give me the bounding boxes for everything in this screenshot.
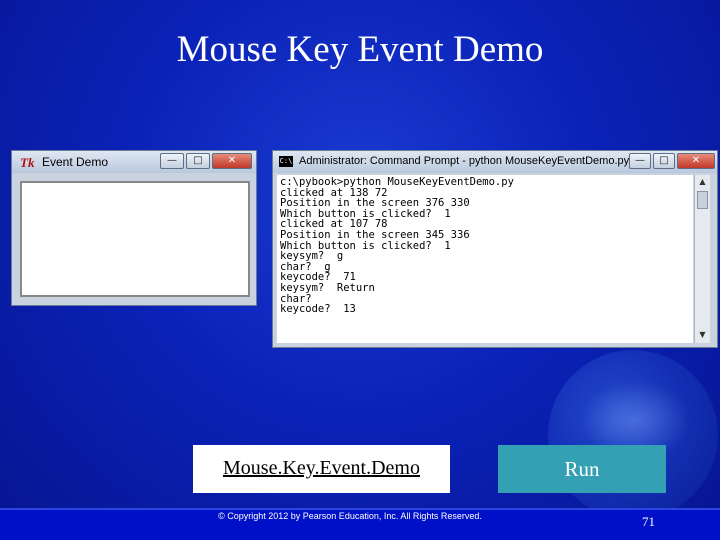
close-button[interactable]: ✕ <box>677 153 715 169</box>
slide-title: Mouse Key Event Demo <box>176 29 544 70</box>
minimize-button[interactable]: — <box>160 153 184 169</box>
tk-window: Tk Event Demo — □ ✕ <box>11 150 257 306</box>
tk-icon: Tk <box>20 155 35 170</box>
demo-link-box: Mouse.Key.Event.Demo <box>193 445 450 493</box>
console-line: Position in the screen 345 336 <box>280 228 470 241</box>
console-line: keysym? Return <box>280 281 375 294</box>
run-button[interactable]: Run <box>498 445 666 493</box>
copyright-text: © Copyright 2012 by Pearson Education, I… <box>218 511 482 521</box>
scroll-thumb[interactable] <box>697 191 708 209</box>
vertical-scrollbar[interactable]: ▲ ▼ <box>694 175 710 343</box>
tk-canvas[interactable] <box>20 181 250 297</box>
tk-window-title: Event Demo <box>42 155 109 169</box>
scroll-down-arrow-icon[interactable]: ▼ <box>695 328 710 342</box>
console-line: keycode? 13 <box>280 303 356 316</box>
maximize-button[interactable]: □ <box>653 153 675 169</box>
console-line: c:\pybook>python MouseKeyEventDemo.py <box>280 176 514 188</box>
scroll-up-arrow-icon[interactable]: ▲ <box>695 175 710 189</box>
minimize-button[interactable]: — <box>629 153 651 169</box>
tk-window-titlebar[interactable]: Tk Event Demo — □ ✕ <box>12 151 256 173</box>
command-prompt-icon: C:\ <box>279 156 293 167</box>
demo-link[interactable]: Mouse.Key.Event.Demo <box>193 457 450 480</box>
maximize-button[interactable]: □ <box>186 153 210 169</box>
console-output[interactable]: c:\pybook>python MouseKeyEventDemo.py cl… <box>277 175 693 343</box>
close-button[interactable]: ✕ <box>212 153 252 169</box>
console-line: keysym? g <box>280 250 344 263</box>
cmd-window-title: Administrator: Command Prompt - python M… <box>299 155 630 167</box>
page-number: 71 <box>642 514 655 529</box>
cmd-window-titlebar[interactable]: C:\ Administrator: Command Prompt - pyth… <box>273 151 717 173</box>
cmd-window: C:\ Administrator: Command Prompt - pyth… <box>272 150 718 348</box>
